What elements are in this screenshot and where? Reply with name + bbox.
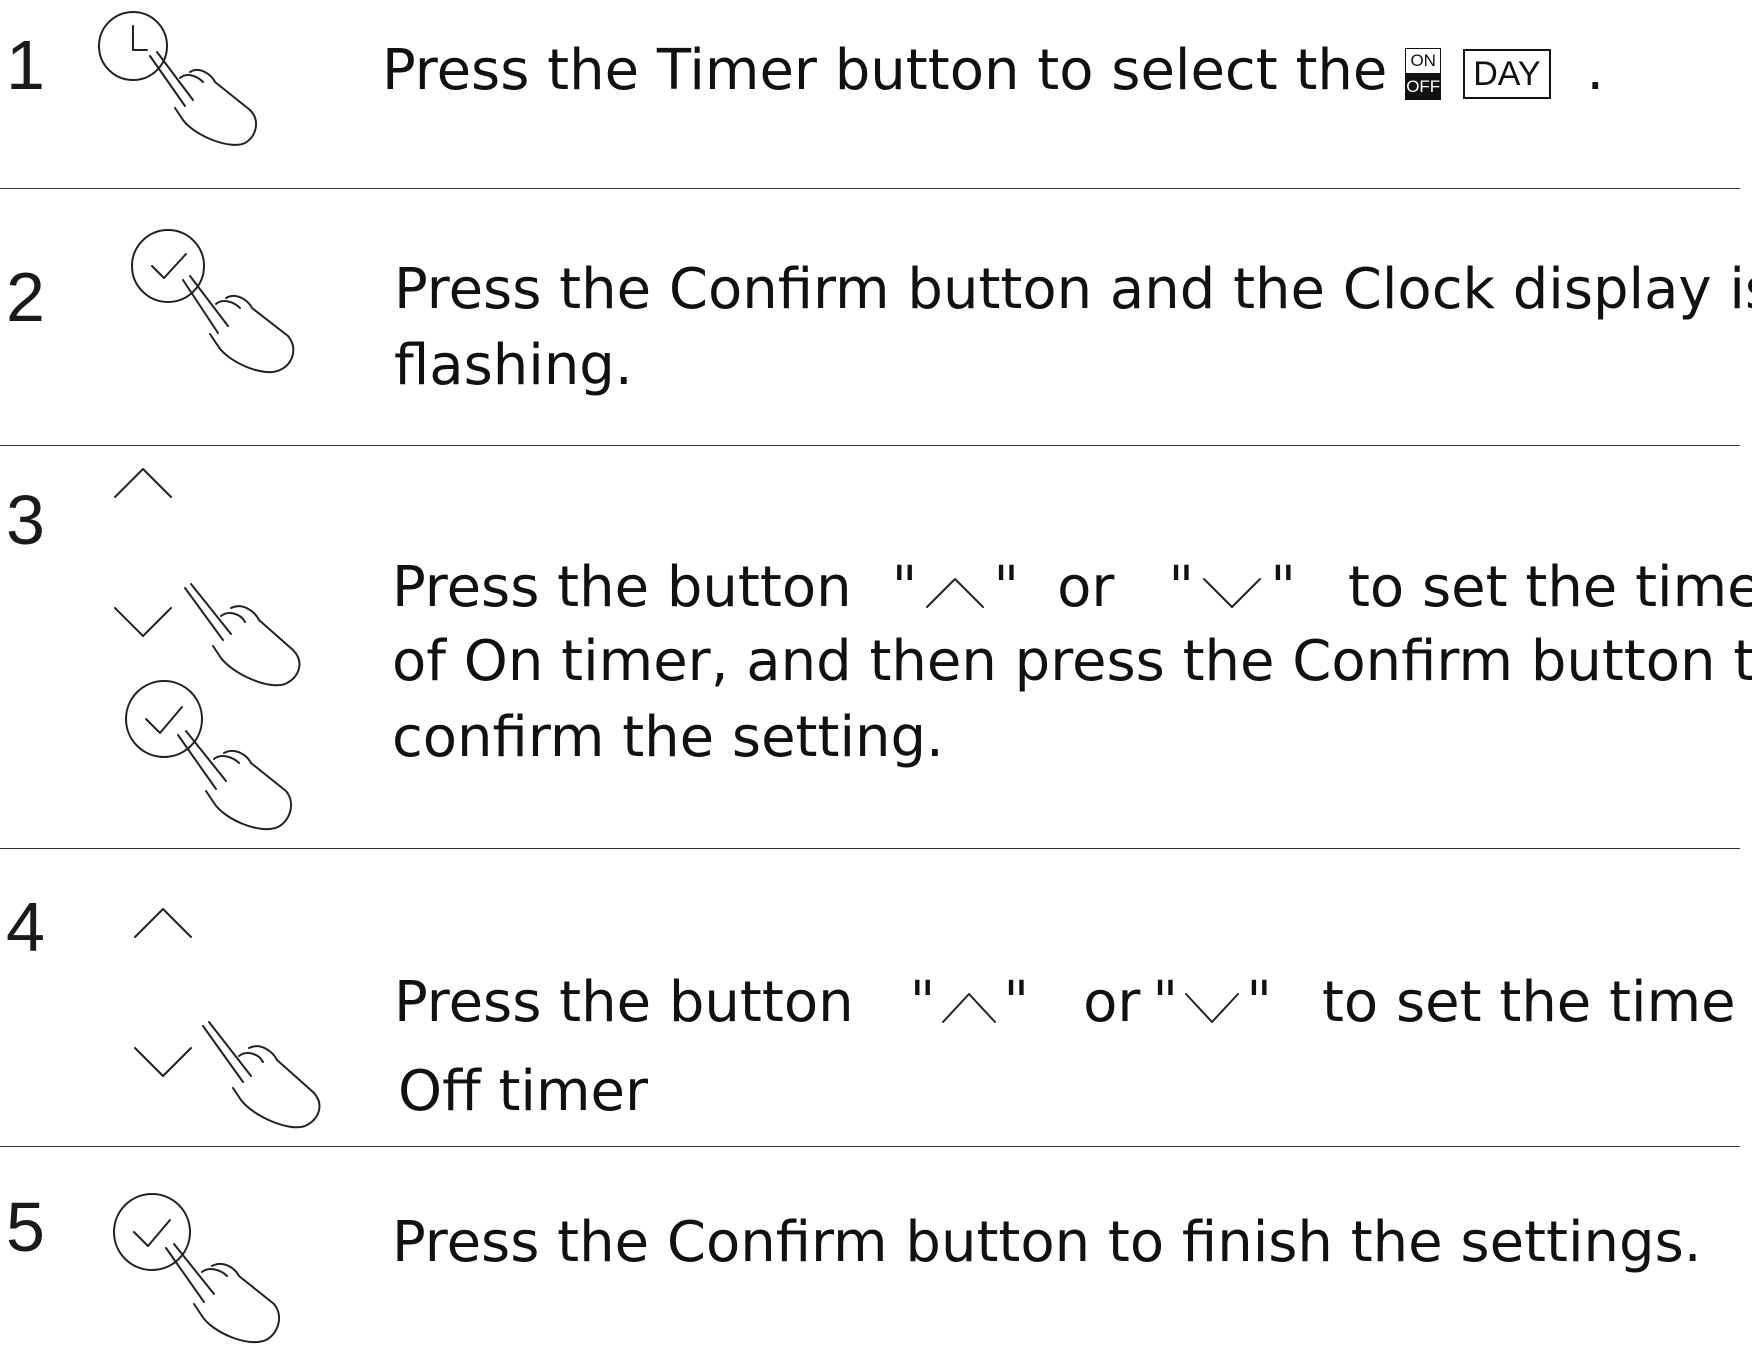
quote-mark: " xyxy=(909,970,936,1035)
step-1-text: Press the Timer button to select the ON … xyxy=(382,33,1604,109)
confirm-button-press-icon xyxy=(113,1193,281,1344)
up-arrow-icon xyxy=(114,468,172,498)
step-number: 1 xyxy=(6,26,45,104)
quote-mark: " xyxy=(891,555,918,620)
step-4-line-1: Press the button""or""to set the time of xyxy=(394,965,1752,1041)
step-4-text-b: to set the time of xyxy=(1321,970,1752,1035)
quote-mark: " xyxy=(1246,970,1272,1035)
divider xyxy=(0,445,1740,446)
step-4-text-a: Press the button xyxy=(394,970,854,1035)
step-number: 3 xyxy=(6,481,45,559)
step-3-line-3: confirm the setting. xyxy=(392,705,944,770)
step-4-line-2: Off timer xyxy=(398,1059,649,1124)
on-off-icon: ON OFF xyxy=(1405,47,1442,100)
step-3-text-b: to set the time xyxy=(1347,555,1752,620)
down-arrow-icon xyxy=(1185,992,1240,1023)
up-arrow-icon xyxy=(942,992,997,1023)
quote-mark: " xyxy=(1152,970,1179,1035)
step-5-line-1: Press the Confirm button to finish the s… xyxy=(392,1210,1702,1275)
quote-mark: " xyxy=(993,555,1020,620)
up-arrow-icon xyxy=(134,908,192,938)
down-arrow-button-press-icon xyxy=(134,1021,321,1129)
step-2-line-2: flashing. xyxy=(394,333,633,398)
on-label: ON xyxy=(1405,47,1442,74)
down-arrow-button-press-icon xyxy=(114,583,301,687)
step-number: 4 xyxy=(6,888,45,966)
day-icon: DAY xyxy=(1463,48,1551,99)
confirm-button-press-icon xyxy=(131,229,295,374)
down-arrow-icon xyxy=(1203,577,1262,608)
divider xyxy=(0,1146,1740,1147)
step-1-text-before: Press the Timer button to select the xyxy=(382,38,1388,103)
quote-mark: " xyxy=(1168,555,1195,620)
or-label: or xyxy=(1083,970,1141,1035)
step-3-line-2: of On timer, and then press the Confirm … xyxy=(392,629,1752,694)
period: . xyxy=(1586,38,1605,103)
divider xyxy=(0,848,1740,849)
step-3-text-a: Press the button xyxy=(392,555,852,620)
up-arrow-icon xyxy=(926,577,985,608)
confirm-button-press-icon xyxy=(125,680,293,831)
or-label: or xyxy=(1057,555,1115,620)
step-number: 5 xyxy=(6,1188,45,1266)
off-label: OFF xyxy=(1405,73,1442,100)
step-3-line-1: Press the button " " or " " to set the time xyxy=(392,550,1752,626)
timer-button-press-icon xyxy=(98,11,257,146)
divider xyxy=(0,188,1740,189)
quote-mark: " xyxy=(1003,970,1030,1035)
quote-mark: " xyxy=(1270,555,1296,620)
step-number: 2 xyxy=(6,258,45,336)
step-2-line-1: Press the Confirm button and the Clock d… xyxy=(394,257,1752,322)
